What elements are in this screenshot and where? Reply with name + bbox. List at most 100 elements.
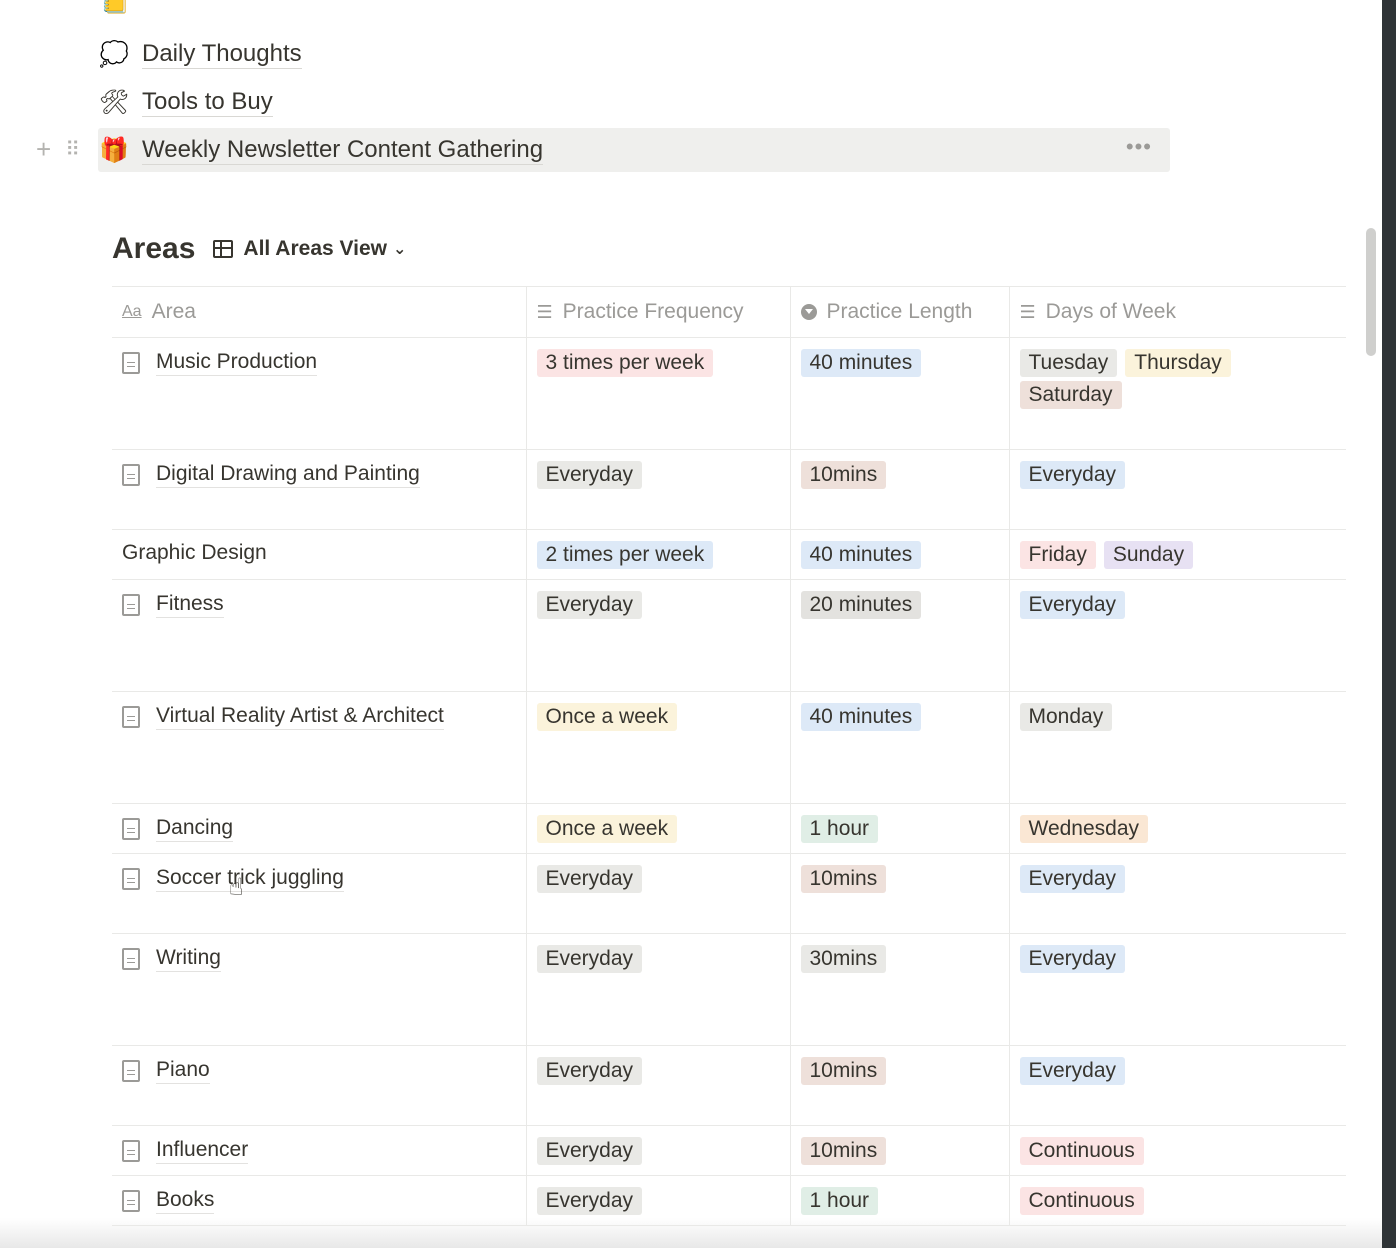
practice-frequency-cell[interactable]: Everyday xyxy=(525,853,790,934)
area-cell[interactable]: Piano xyxy=(112,1045,526,1126)
page-document-icon xyxy=(122,1059,140,1082)
page-document-icon xyxy=(122,351,140,374)
practice-frequency-cell[interactable]: Everyday xyxy=(525,1045,790,1126)
area-cell[interactable]: Fitness xyxy=(112,579,526,692)
option-tag: Once a week xyxy=(536,703,678,731)
days-of-week-cell[interactable]: Everyday xyxy=(1008,449,1346,530)
area-name[interactable]: Dancing xyxy=(122,815,526,842)
area-cell[interactable]: Soccer trick juggling xyxy=(112,853,526,934)
area-name[interactable]: Fitness xyxy=(122,591,526,618)
area-name-text: Books xyxy=(156,1187,215,1214)
option-tag: 10mins xyxy=(800,1137,887,1165)
table-row[interactable]: Virtual Reality Artist & Architect Once a… xyxy=(112,691,1346,804)
days-of-week-cell[interactable]: Everyday xyxy=(1008,933,1346,1046)
practice-length-cell[interactable]: 40 minutes xyxy=(789,691,1009,804)
table-row[interactable]: Piano Everyday 10mins Everyday xyxy=(112,1045,1346,1126)
practice-frequency-cell[interactable]: Everyday xyxy=(525,579,790,692)
practice-frequency-cell[interactable]: 3 times per week xyxy=(525,337,790,450)
option-tag: 1 hour xyxy=(800,1187,879,1215)
column-label: Days of Week xyxy=(1045,300,1176,323)
area-name[interactable]: Virtual Reality Artist & Architect xyxy=(122,703,526,730)
days-of-week-cell[interactable]: Everyday xyxy=(1008,853,1346,934)
practice-length-cell[interactable]: 10mins xyxy=(789,853,1009,934)
practice-frequency-cell[interactable]: Everyday xyxy=(525,449,790,530)
practice-frequency-cell[interactable]: Once a week xyxy=(525,803,790,854)
practice-length-cell[interactable]: 10mins xyxy=(789,449,1009,530)
area-name[interactable]: Soccer trick juggling xyxy=(122,865,526,892)
practice-frequency-cell[interactable]: 2 times per week xyxy=(525,529,790,580)
option-tag: Everyday xyxy=(536,1187,643,1215)
speech-bubble-icon: 💭 xyxy=(99,40,129,68)
table-row[interactable]: Dancing Once a week 1 hour Wednesday xyxy=(112,803,1346,854)
area-name-text: Soccer trick juggling xyxy=(156,865,344,892)
practice-length-cell[interactable]: 1 hour xyxy=(789,803,1009,854)
option-tag: Everyday xyxy=(1019,461,1126,489)
page-document-icon xyxy=(122,947,140,970)
column-header-days-of-week[interactable]: ☰ Days of Week xyxy=(1008,286,1346,338)
days-of-week-cell[interactable]: Tuesday ThursdaySaturday xyxy=(1008,337,1346,450)
more-options-icon[interactable]: ••• xyxy=(1126,134,1152,160)
days-of-week-cell[interactable]: Everyday xyxy=(1008,579,1346,692)
practice-length-cell[interactable]: 10mins xyxy=(789,1125,1009,1176)
add-block-icon[interactable]: + xyxy=(36,134,51,165)
option-tag: Continuous xyxy=(1019,1187,1144,1215)
area-cell[interactable]: Dancing xyxy=(112,803,526,854)
sidebar-page-cut[interactable]: 📒 xyxy=(100,0,130,16)
page-link-daily-thoughts[interactable]: 💭 Daily Thoughts xyxy=(98,32,302,76)
area-cell[interactable]: Graphic Design xyxy=(112,529,526,580)
area-cell[interactable]: Virtual Reality Artist & Architect xyxy=(112,691,526,804)
table-row[interactable]: Music Production 3 times per week 40 minut… xyxy=(112,337,1346,450)
days-of-week-cell[interactable]: Everyday xyxy=(1008,1045,1346,1126)
days-of-week-cell[interactable]: Monday xyxy=(1008,691,1346,804)
table-row[interactable]: Fitness Everyday 20 minutes Everyday xyxy=(112,579,1346,692)
practice-length-cell[interactable]: 20 minutes xyxy=(789,579,1009,692)
practice-frequency-cell[interactable]: Everyday xyxy=(525,933,790,1046)
page-icon-cut: 📒 xyxy=(100,0,130,15)
area-cell[interactable]: Digital Drawing and Painting xyxy=(112,449,526,530)
area-name[interactable]: Music Production xyxy=(122,349,526,376)
view-switcher[interactable]: All Areas View ⌄ xyxy=(213,237,406,261)
option-tag: 40 minutes xyxy=(800,703,922,731)
table-row[interactable]: Writing Everyday 30mins Everyday xyxy=(112,933,1346,1046)
practice-length-cell[interactable]: 10mins xyxy=(789,1045,1009,1126)
column-header-practice-frequency[interactable]: ☰ Practice Frequency xyxy=(525,286,790,338)
page-link-tools-to-buy[interactable]: 🛠 Tools to Buy xyxy=(98,80,273,124)
practice-frequency-cell[interactable]: Everyday xyxy=(525,1125,790,1176)
option-tag: Everyday xyxy=(536,1057,643,1085)
area-name[interactable]: Piano xyxy=(122,1057,526,1084)
practice-length-cell[interactable]: 40 minutes xyxy=(789,337,1009,450)
column-header-area[interactable]: Aa Area xyxy=(112,286,526,338)
days-of-week-cell[interactable]: Continuous xyxy=(1008,1125,1346,1176)
days-of-week-cell[interactable]: Wednesday xyxy=(1008,803,1346,854)
page-document-icon xyxy=(122,463,140,486)
area-name[interactable]: Graphic Design xyxy=(122,541,526,565)
practice-frequency-cell[interactable]: Once a week xyxy=(525,691,790,804)
area-name[interactable]: Digital Drawing and Painting xyxy=(122,461,526,488)
database-title[interactable]: Areas xyxy=(112,232,195,266)
table-row[interactable]: Graphic Design 2 times per week 40 minutes… xyxy=(112,529,1346,580)
column-header-practice-length[interactable]: Practice Length xyxy=(789,286,1009,338)
area-name[interactable]: Books xyxy=(122,1187,526,1214)
table-row[interactable]: Digital Drawing and Painting Everyday 10mi… xyxy=(112,449,1346,530)
option-tag: Everyday xyxy=(1019,591,1126,619)
multi-select-icon: ☰ xyxy=(1019,301,1036,322)
option-tag: Wednesday xyxy=(1019,815,1149,843)
page-link-weekly-newsletter[interactable]: 🎁 Weekly Newsletter Content Gathering ••… xyxy=(98,128,1170,172)
days-of-week-cell[interactable]: Friday Sunday xyxy=(1008,529,1346,580)
practice-length-cell[interactable]: 30mins xyxy=(789,933,1009,1046)
practice-length-cell[interactable]: 40 minutes xyxy=(789,529,1009,580)
area-cell[interactable]: Writing xyxy=(112,933,526,1046)
area-name[interactable]: Influencer xyxy=(122,1137,526,1164)
option-tag: Thursday xyxy=(1125,349,1231,377)
table-row[interactable]: Soccer trick juggling Everyday 10mins Every… xyxy=(112,853,1346,934)
option-tag: 2 times per week xyxy=(536,541,714,569)
column-label: Area xyxy=(151,300,196,323)
table-row[interactable]: Influencer Everyday 10mins Continuous xyxy=(112,1125,1346,1176)
scrollbar-thumb[interactable] xyxy=(1366,228,1376,356)
drag-handle-icon[interactable]: ⠿ xyxy=(65,137,80,162)
area-cell[interactable]: Music Production xyxy=(112,337,526,450)
table-header-row: Aa Area ☰ Practice Frequency Practice Leng… xyxy=(112,286,1346,338)
area-cell[interactable]: Influencer xyxy=(112,1125,526,1176)
column-label: Practice Length xyxy=(826,300,973,323)
area-name[interactable]: Writing xyxy=(122,945,526,972)
